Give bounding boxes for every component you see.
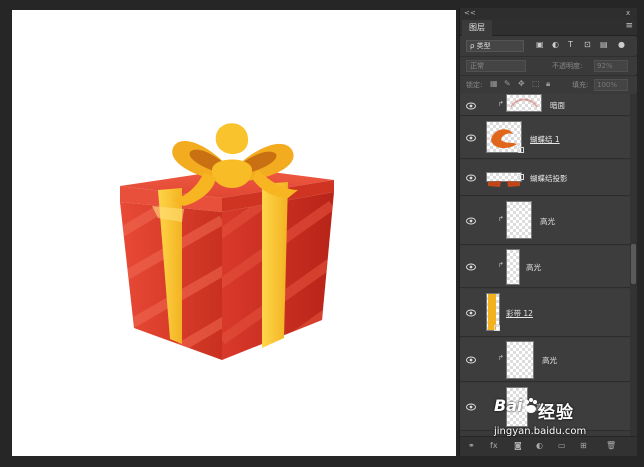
smart-object-link-icon bbox=[494, 325, 500, 331]
lock-label: 锁定: bbox=[466, 81, 483, 89]
close-panel-button[interactable]: x bbox=[626, 9, 630, 17]
layer-list-scrollbar[interactable] bbox=[630, 94, 637, 436]
scrollbar-thumb[interactable] bbox=[631, 244, 636, 284]
panel-header-strip: << x bbox=[460, 8, 637, 18]
visibility-eye-icon[interactable] bbox=[466, 217, 476, 225]
lock-row: 锁定: ▦ ✎ ✥ ⬚ 🔒︎ 填充: 100% bbox=[460, 75, 637, 93]
watermark-url: jingyan.baidu.com bbox=[494, 426, 587, 437]
shape-filter-icon[interactable]: ⊡ bbox=[584, 40, 591, 49]
baidu-jingyan-watermark: Bai 经验 jingyan.baidu.com bbox=[494, 392, 624, 447]
filter-kind-select[interactable]: ρ 类型 bbox=[466, 40, 524, 52]
filter-toggle-icon[interactable]: ● bbox=[618, 40, 625, 49]
layer-name: 彩带 12 bbox=[506, 309, 533, 318]
smart-object-link-icon bbox=[518, 174, 524, 180]
text-filter-icon[interactable]: T bbox=[568, 40, 573, 49]
layer-row[interactable]: ↱ 高光 bbox=[460, 197, 630, 245]
visibility-eye-icon[interactable] bbox=[466, 263, 476, 271]
opacity-label: 不透明度: bbox=[552, 62, 583, 70]
image-filter-icon[interactable]: ▣ bbox=[536, 40, 544, 49]
document-canvas[interactable] bbox=[12, 10, 456, 456]
layer-thumbnail bbox=[486, 121, 522, 153]
panel-tab-bar: 图层 ≡ bbox=[460, 18, 637, 36]
layer-name: 暗面 bbox=[550, 101, 565, 110]
layer-row[interactable]: 彩带 12 bbox=[460, 289, 630, 337]
layer-name: 高光 bbox=[526, 263, 541, 272]
smart-object-link-icon bbox=[518, 147, 524, 153]
layer-name: 高光 bbox=[540, 217, 555, 226]
paw-logo-icon bbox=[525, 398, 537, 413]
clipping-arrow-icon: ↱ bbox=[498, 261, 504, 269]
watermark-logo-text: 经验 bbox=[538, 403, 574, 423]
opacity-field[interactable]: 92% bbox=[594, 60, 628, 72]
lock-all-icon[interactable]: 🔒︎ bbox=[546, 79, 550, 89]
visibility-eye-icon[interactable] bbox=[466, 309, 476, 317]
visibility-eye-icon[interactable] bbox=[466, 356, 476, 364]
layer-row[interactable]: 蝴蝶结 1 bbox=[460, 117, 630, 159]
layer-thumbnail bbox=[506, 341, 534, 379]
layer-filter-row: ρ 类型 ▣ ◐ T ⊡ ▤ ● bbox=[460, 37, 637, 55]
layer-row[interactable]: ↱ 高光 bbox=[460, 338, 630, 382]
gift-box-artwork bbox=[120, 123, 334, 360]
lock-position-icon[interactable]: ✥ bbox=[518, 79, 525, 88]
blend-mode-select[interactable]: 正常 bbox=[466, 60, 526, 72]
layer-row[interactable]: 蝴蝶结投影 bbox=[460, 160, 630, 196]
tab-layers[interactable]: 图层 bbox=[462, 20, 492, 36]
visibility-eye-icon[interactable] bbox=[466, 102, 476, 110]
lock-paint-icon[interactable]: ✎ bbox=[504, 79, 511, 88]
layer-row[interactable]: ↱ 暗面 bbox=[460, 94, 630, 116]
visibility-eye-icon[interactable] bbox=[466, 174, 476, 182]
adjustment-filter-icon[interactable]: ◐ bbox=[552, 40, 559, 49]
lock-artboard-icon[interactable]: ⬚ bbox=[532, 79, 540, 88]
layer-thumbnail bbox=[506, 94, 542, 112]
layer-thumbnail bbox=[486, 172, 522, 187]
watermark-brand: Bai bbox=[494, 396, 523, 415]
clipping-arrow-icon: ↱ bbox=[498, 354, 504, 362]
fill-field[interactable]: 100% bbox=[594, 79, 628, 91]
layer-row[interactable]: ↱ 高光 bbox=[460, 246, 630, 288]
layers-panel: << x 图层 ≡ ρ 类型 ▣ ◐ T ⊡ ▤ ● 正常 不透明度: 92% … bbox=[459, 8, 637, 456]
layer-name: 高光 bbox=[542, 356, 557, 365]
visibility-eye-icon[interactable] bbox=[466, 134, 476, 142]
layer-thumbnail bbox=[506, 201, 532, 239]
hamburger-menu-icon[interactable]: ≡ bbox=[625, 21, 633, 31]
layer-name: 蝴蝶结投影 bbox=[530, 174, 568, 183]
clipping-arrow-icon: ↱ bbox=[498, 215, 504, 223]
collapse-panel-button[interactable]: << bbox=[464, 9, 476, 17]
layer-thumbnail bbox=[506, 249, 520, 285]
lock-transparency-icon[interactable]: ▦ bbox=[490, 79, 498, 88]
layer-list: ↱ 暗面 蝴蝶结 1 蝴蝶结投影 ↱ 高光 ↱ 高光 彩带 12 ↱ 高光 ↱ … bbox=[460, 94, 630, 436]
visibility-eye-icon[interactable] bbox=[466, 403, 476, 411]
smart-object-filter-icon[interactable]: ▤ bbox=[600, 40, 608, 49]
clipping-arrow-icon: ↱ bbox=[498, 100, 504, 108]
link-layers-icon[interactable]: ⚭ bbox=[468, 441, 475, 450]
layer-name: 蝴蝶结 1 bbox=[530, 135, 560, 144]
fill-label: 填充: bbox=[572, 81, 589, 89]
photoshop-window: << x 图层 ≡ ρ 类型 ▣ ◐ T ⊡ ▤ ● 正常 不透明度: 92% … bbox=[0, 0, 644, 467]
blend-row: 正常 不透明度: 92% bbox=[460, 56, 637, 74]
